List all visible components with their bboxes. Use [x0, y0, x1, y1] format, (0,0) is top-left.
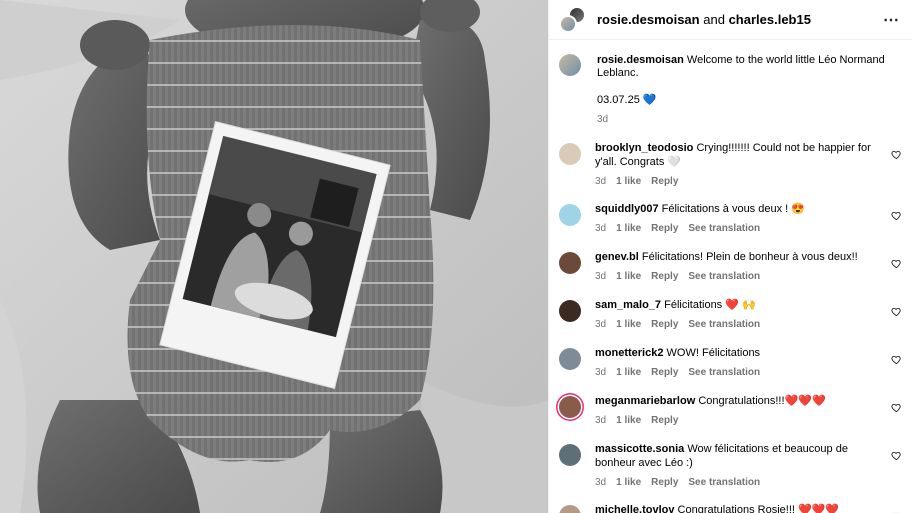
- comment-username[interactable]: genev.bl: [595, 251, 639, 263]
- see-translation-button[interactable]: See translation: [688, 318, 760, 332]
- comment-likes[interactable]: 1 like: [616, 318, 641, 332]
- comment-age: 3d: [595, 271, 607, 282]
- post-authors: rosie.desmoisan and charles.leb15: [597, 12, 883, 27]
- comment-age: 3d: [595, 223, 607, 234]
- comment-meta: 3d 1 like Reply See translation: [595, 476, 878, 490]
- comment-meta: 3d 1 like Reply See translation: [595, 366, 878, 380]
- comment-text: Congratulations!!!❤️❤️❤️: [698, 395, 826, 407]
- comment-likes[interactable]: 1 like: [616, 270, 641, 284]
- comment-body: meganmariebarlow Congratulations!!!❤️❤️❤…: [595, 394, 902, 428]
- heart-icon[interactable]: [891, 149, 902, 160]
- comment-body: sam_malo_7 Félicitations ❤️ 🙌 3d 1 like Rep…: [595, 298, 902, 332]
- post-caption: rosie.desmoisan Welcome to the world lit…: [549, 40, 912, 126]
- comment-likes[interactable]: 1 like: [616, 175, 641, 189]
- post-photo[interactable]: [0, 0, 548, 513]
- comment-body: squiddly007 Félicitations à vous deux ! …: [595, 202, 902, 236]
- reply-button[interactable]: Reply: [651, 366, 678, 380]
- comment-likes[interactable]: 1 like: [616, 476, 641, 490]
- comment-item: genev.bl Félicitations! Plein de bonheur…: [559, 250, 902, 284]
- avatar[interactable]: [559, 54, 581, 76]
- comment-likes[interactable]: 1 like: [616, 222, 641, 236]
- comment-body: massicotte.sonia Wow félicitations et be…: [595, 442, 902, 490]
- caption-age: 3d: [597, 114, 609, 125]
- heart-icon[interactable]: [891, 306, 902, 317]
- comment-text: Congratulations Rosie!!! ❤️❤️❤️: [677, 504, 840, 513]
- comment-body: monetterick2 WOW! Félicitations 3d 1 like R…: [595, 346, 902, 380]
- see-translation-button[interactable]: See translation: [688, 270, 760, 284]
- reply-button[interactable]: Reply: [651, 175, 678, 189]
- comment-item: monetterick2 WOW! Félicitations 3d 1 like R…: [559, 346, 902, 380]
- caption-username[interactable]: rosie.desmoisan: [597, 54, 684, 66]
- comment-meta: 3d 1 like Reply: [595, 414, 878, 428]
- comment-likes[interactable]: 1 like: [616, 366, 641, 380]
- coauthor-username[interactable]: charles.leb15: [729, 12, 811, 27]
- comment-text: Félicitations! Plein de bonheur à vous d…: [641, 251, 858, 263]
- comment-username[interactable]: massicotte.sonia: [595, 443, 684, 455]
- avatar[interactable]: [559, 444, 581, 466]
- comment-meta: 3d 1 like Reply See translation: [595, 318, 878, 332]
- comment-age: 3d: [595, 319, 607, 330]
- comment-meta: 3d 1 like Reply: [595, 175, 878, 189]
- see-translation-button[interactable]: See translation: [688, 222, 760, 236]
- comment-item: michelle.tovlov Congratulations Rosie!!!…: [559, 503, 902, 513]
- comment-body: michelle.tovlov Congratulations Rosie!!!…: [595, 503, 902, 513]
- blue-heart-icon: 💙: [642, 94, 657, 106]
- heart-icon[interactable]: [891, 402, 902, 413]
- comment-username[interactable]: michelle.tovlov: [595, 504, 674, 513]
- comment-body: brooklyn_teodosio Crying!!!!!!! Could no…: [595, 141, 902, 189]
- author-username[interactable]: rosie.desmoisan: [597, 12, 700, 27]
- avatar[interactable]: [559, 252, 581, 274]
- avatar[interactable]: [559, 300, 581, 322]
- more-horizontal-icon[interactable]: ⋯: [883, 10, 900, 30]
- reply-button[interactable]: Reply: [651, 270, 678, 284]
- reply-button[interactable]: Reply: [651, 222, 678, 236]
- comment-username[interactable]: meganmariebarlow: [595, 395, 695, 407]
- authors-joiner: and: [703, 12, 725, 27]
- comment-meta: 3d 1 like Reply See translation: [595, 222, 878, 236]
- avatar[interactable]: [559, 204, 581, 226]
- comment-username[interactable]: squiddly007: [595, 203, 659, 215]
- avatar[interactable]: [559, 396, 581, 418]
- heart-icon[interactable]: [891, 450, 902, 461]
- avatar[interactable]: [559, 348, 581, 370]
- comment-username[interactable]: sam_malo_7: [595, 299, 661, 311]
- heart-icon[interactable]: [891, 354, 902, 365]
- see-translation-button[interactable]: See translation: [688, 366, 760, 380]
- comment-likes[interactable]: 1 like: [616, 414, 641, 428]
- comment-username[interactable]: brooklyn_teodosio: [595, 142, 693, 154]
- comment-item: massicotte.sonia Wow félicitations et be…: [559, 442, 902, 490]
- comment-item: squiddly007 Félicitations à vous deux ! …: [559, 202, 902, 236]
- comment-item: brooklyn_teodosio Crying!!!!!!! Could no…: [559, 141, 902, 189]
- heart-icon[interactable]: [891, 210, 902, 221]
- see-translation-button[interactable]: See translation: [688, 476, 760, 490]
- reply-button[interactable]: Reply: [651, 414, 678, 428]
- reply-button[interactable]: Reply: [651, 318, 678, 332]
- comment-age: 3d: [595, 477, 607, 488]
- heart-icon[interactable]: [891, 258, 902, 269]
- baby-polaroid-image: [0, 0, 548, 513]
- comment-body: genev.bl Félicitations! Plein de bonheur…: [595, 250, 902, 284]
- reply-button[interactable]: Reply: [651, 476, 678, 490]
- comment-meta: 3d 1 like Reply See translation: [595, 270, 878, 284]
- avatar[interactable]: [559, 505, 581, 513]
- comment-text: WOW! Félicitations: [666, 347, 761, 359]
- comment-text: Félicitations ❤️ 🙌: [664, 299, 756, 311]
- comment-text: Félicitations à vous deux ! 😍: [661, 203, 805, 215]
- comment-age: 3d: [595, 176, 607, 187]
- caption-date: 03.07.25: [597, 94, 640, 106]
- avatar[interactable]: [559, 14, 577, 33]
- comment-age: 3d: [595, 415, 607, 426]
- comment-age: 3d: [595, 367, 607, 378]
- comments-panel: rosie.desmoisan and charles.leb15 ⋯ rosi…: [548, 0, 912, 513]
- header-avatars[interactable]: [559, 5, 587, 34]
- comment-item: meganmariebarlow Congratulations!!!❤️❤️❤…: [559, 394, 902, 428]
- comment-item: sam_malo_7 Félicitations ❤️ 🙌 3d 1 like Rep…: [559, 298, 902, 332]
- post-header: rosie.desmoisan and charles.leb15 ⋯: [549, 0, 912, 40]
- comment-username[interactable]: monetterick2: [595, 347, 663, 359]
- avatar[interactable]: [559, 143, 581, 165]
